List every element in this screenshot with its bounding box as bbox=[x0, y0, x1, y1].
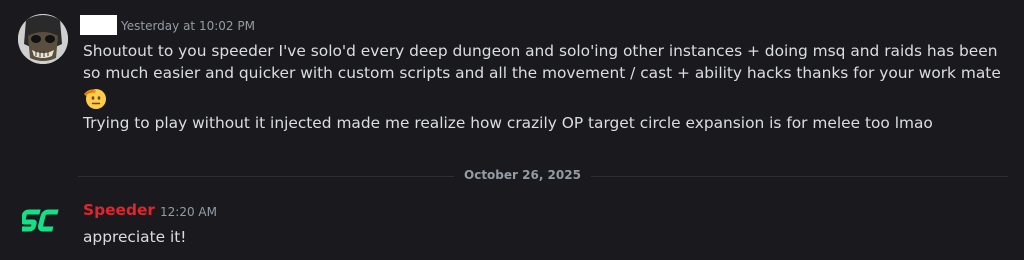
sc-logo-icon[interactable] bbox=[22, 204, 64, 238]
date-divider-label: October 26, 2025 bbox=[454, 168, 591, 182]
user-avatar[interactable] bbox=[18, 14, 68, 64]
message-timestamp[interactable]: Yesterday at 10:02 PM bbox=[121, 19, 255, 33]
message-line: so much easier and quicker with custom s… bbox=[83, 64, 1001, 82]
username[interactable]: Speeder bbox=[83, 201, 155, 219]
skull-mask-avatar-icon bbox=[18, 14, 68, 64]
message-timestamp[interactable]: 12:20 AM bbox=[160, 205, 217, 219]
saluting-face-icon[interactable] bbox=[83, 86, 107, 110]
message-content: Shoutout to you speeder I've solo'd ever… bbox=[83, 40, 1013, 134]
message-content: appreciate it! bbox=[83, 228, 187, 246]
message-line: Trying to play without it injected made … bbox=[83, 114, 933, 132]
message-line: Shoutout to you speeder I've solo'd ever… bbox=[83, 42, 998, 60]
redacted-username bbox=[80, 15, 117, 35]
